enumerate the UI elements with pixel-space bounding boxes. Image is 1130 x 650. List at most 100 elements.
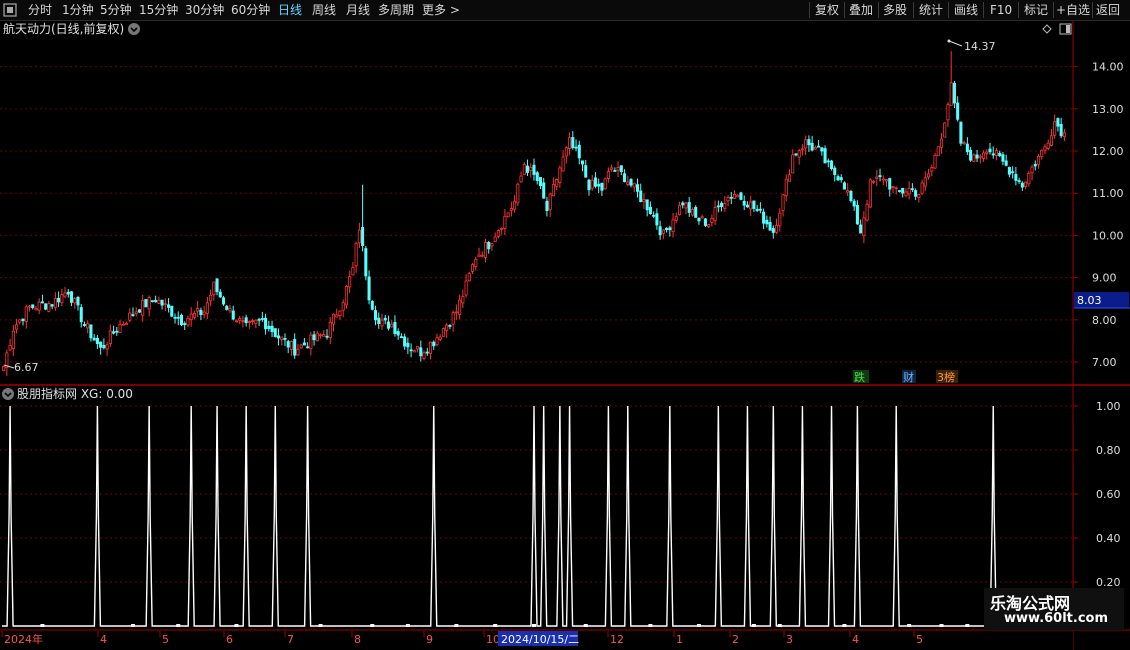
date-tick-label: 8 (354, 633, 361, 646)
xg-dot (493, 624, 498, 627)
back-button[interactable]: 返回 (1096, 0, 1120, 20)
candle (868, 178, 872, 209)
price-tick-label: 11.00 (1092, 187, 1124, 200)
price-tick-label: 9.00 (1092, 272, 1117, 285)
price-tick-label: 7.00 (1092, 356, 1117, 369)
divider (878, 2, 879, 18)
current-price-tag: 8.03 (1074, 292, 1130, 309)
tab-daily[interactable]: 日线 (278, 0, 302, 20)
date-tick-label: 3 (786, 633, 793, 646)
xg-dot (318, 624, 323, 627)
price-tick-label: 8.00 (1092, 314, 1117, 327)
watermark-url: www.60lt.com (1004, 611, 1109, 626)
candle (936, 146, 940, 157)
chevron-down-icon[interactable] (128, 23, 140, 35)
date-tick-label: 1 (676, 633, 683, 646)
indicator-title: 股朋指标网 XG: 0.00 (17, 386, 133, 401)
xg-dot (907, 624, 912, 627)
divider (913, 2, 914, 18)
candle (344, 285, 348, 309)
candle (943, 122, 947, 138)
price-tick-label: 12.00 (1092, 145, 1124, 158)
date-tick-label: 5 (916, 633, 923, 646)
mark-button[interactable]: 标记 (1024, 0, 1048, 20)
date-tick-label: 12 (610, 633, 624, 646)
tab-weekly[interactable]: 周线 (312, 0, 336, 20)
tab-15min[interactable]: 15分钟 (139, 0, 178, 20)
multi-stock-button[interactable]: 多股 (883, 0, 907, 20)
window-icon[interactable] (3, 0, 19, 20)
adjust-button[interactable]: 复权 (815, 0, 839, 20)
candle (144, 299, 148, 308)
xg-dot (777, 624, 782, 627)
candle (603, 177, 607, 190)
xg-dot (842, 624, 847, 627)
event-badges: 跌 财 3榜 (853, 370, 958, 384)
max-price-label: 14.37 (964, 40, 996, 53)
xg-dot (454, 624, 459, 627)
xg-dot (532, 624, 536, 627)
indicator-tick-label: 0.60 (1096, 488, 1121, 501)
date-tick-label: 2024/10/15/二 (501, 633, 579, 646)
min-price-label: 6.67 (14, 361, 39, 374)
candle (44, 303, 48, 311)
divider (1018, 2, 1019, 18)
price-tick-label: 10.00 (1092, 229, 1124, 242)
candle (364, 245, 368, 281)
tab-multi-period[interactable]: 多周期 (378, 0, 414, 20)
price-tick-label: 14.00 (1092, 61, 1124, 74)
candle (849, 189, 853, 203)
f10-button[interactable]: F10 (990, 0, 1012, 20)
candle (467, 271, 471, 282)
badge-fall[interactable]: 跌 (854, 370, 865, 384)
date-tick-label: 5 (162, 633, 169, 646)
current-price-value: 8.03 (1077, 294, 1102, 307)
candle (273, 328, 277, 338)
tab-monthly[interactable]: 月线 (346, 0, 370, 20)
indicator-tick-label: 0.40 (1096, 532, 1121, 545)
badge-finance[interactable]: 财 (903, 370, 914, 384)
tab-fenshi[interactable]: 分时 (28, 0, 52, 20)
price-tick-label: 13.00 (1092, 103, 1124, 116)
xg-dot (965, 624, 970, 627)
date-tick-label: 7 (287, 633, 294, 646)
date-tick-label: 4 (100, 633, 107, 646)
statistics-button[interactable]: 统计 (919, 0, 943, 20)
toolbar: 分时 1分钟 5分钟 15分钟 30分钟 60分钟 日线 周线 月线 多周期 更… (0, 0, 1130, 21)
candle (516, 182, 520, 207)
xg-dot (234, 624, 239, 627)
candle (830, 159, 834, 171)
tab-60min[interactable]: 60分钟 (231, 0, 270, 20)
divider (1053, 2, 1054, 18)
xg-dot (939, 624, 944, 627)
candle (703, 218, 707, 227)
watermark: 乐淘公式网 www.60lt.com (984, 588, 1124, 630)
badge-list[interactable]: 3榜 (937, 370, 955, 384)
date-tick-label: 10 (486, 633, 500, 646)
tab-5min[interactable]: 5分钟 (100, 0, 132, 20)
candle (179, 313, 184, 326)
xg-dot (583, 624, 588, 627)
date-tick-label: 9 (426, 633, 433, 646)
candle (972, 153, 976, 163)
divider (983, 2, 984, 18)
candle (959, 121, 963, 147)
overlay-button[interactable]: 叠加 (849, 0, 873, 20)
divider (844, 2, 845, 18)
add-watchlist-button[interactable]: +自选 (1056, 0, 1090, 20)
tab-30min[interactable]: 30分钟 (185, 0, 224, 20)
date-tick-label: 2024年 (4, 632, 43, 646)
divider (948, 2, 949, 18)
date-tick-label: 6 (226, 633, 233, 646)
more-menu[interactable]: 更多 > (422, 0, 460, 20)
xg-dot (40, 624, 45, 627)
candle (739, 191, 743, 201)
candle (506, 212, 510, 218)
price-panel-title: 航天动力(日线,前复权) (3, 21, 124, 36)
chevron-down-icon[interactable] (2, 388, 14, 400)
indicator-tick-label: 0.80 (1096, 444, 1121, 457)
draw-line-button[interactable]: 画线 (954, 0, 978, 20)
tab-1min[interactable]: 1分钟 (62, 0, 94, 20)
divider (809, 2, 810, 18)
xg-dot (696, 624, 701, 627)
